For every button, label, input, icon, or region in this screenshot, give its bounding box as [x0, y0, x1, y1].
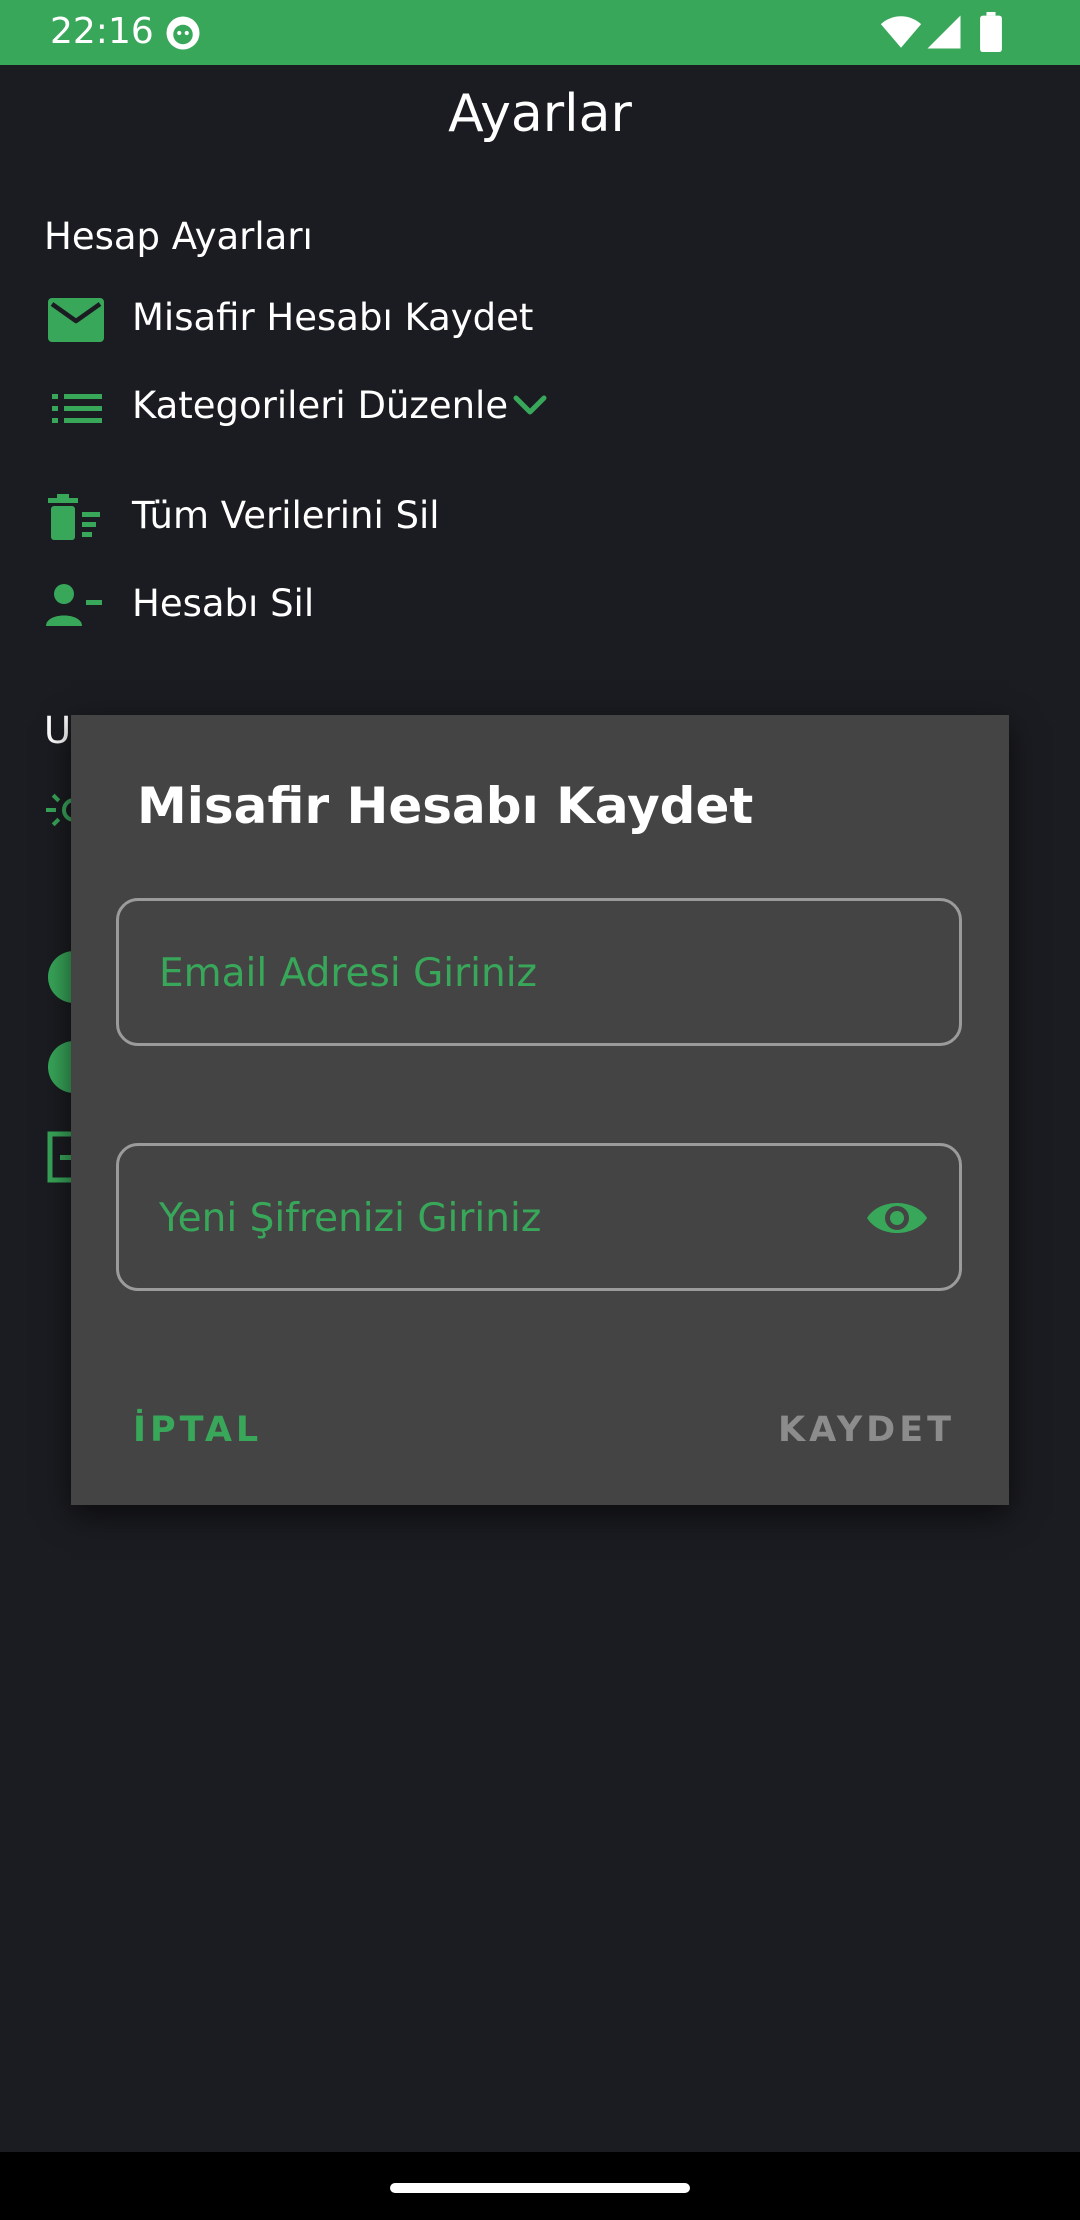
delete-all-data-label: Tüm Verilerini Sil	[132, 494, 440, 537]
settings-screen: 22:16 Ayarlar Hesap Ayarları Misafir Hes…	[0, 0, 1080, 2220]
signal-icon	[927, 15, 961, 49]
password-field[interactable]	[116, 1143, 962, 1291]
wifi-icon	[880, 16, 922, 48]
cancel-button[interactable]: İPTAL	[133, 1400, 262, 1460]
home-gesture-handle[interactable]	[390, 2183, 690, 2193]
chevron-down-icon[interactable]	[510, 386, 550, 426]
edit-categories-label: Kategorileri Düzenle	[132, 384, 509, 427]
account-section-title: Hesap Ayarları	[44, 215, 313, 258]
battery-icon	[980, 12, 1002, 52]
edit-categories-item[interactable]: Kategorileri Düzenle	[44, 372, 944, 442]
list-icon	[52, 394, 102, 423]
delete-sweep-icon	[48, 494, 100, 540]
delete-account-item[interactable]: Hesabı Sil	[44, 570, 944, 640]
email-icon	[48, 298, 104, 342]
save-guest-account-label: Misafir Hesabı Kaydet	[132, 296, 534, 339]
status-time: 22:16	[50, 11, 154, 52]
page-title: Ayarlar	[448, 84, 632, 144]
brightness-icon	[46, 793, 74, 827]
save-button[interactable]: KAYDET	[778, 1400, 955, 1460]
password-input[interactable]	[159, 1186, 839, 1250]
eye-icon[interactable]	[865, 1190, 929, 1246]
email-input[interactable]	[159, 941, 839, 1005]
status-bar: 22:16	[0, 0, 1080, 65]
delete-all-data-item[interactable]: Tüm Verilerini Sil	[44, 482, 944, 552]
delete-account-label: Hesabı Sil	[132, 582, 315, 625]
app-section-title: U	[44, 709, 72, 752]
email-field[interactable]	[116, 898, 962, 1046]
person-remove-icon	[46, 584, 102, 626]
save-guest-account-item[interactable]: Misafir Hesabı Kaydet	[44, 284, 944, 354]
save-guest-account-dialog: Misafir Hesabı Kaydet İPTAL KAYDET	[71, 715, 1009, 1505]
dialog-title: Misafir Hesabı Kaydet	[137, 777, 754, 835]
app-notification-icon	[166, 16, 200, 50]
